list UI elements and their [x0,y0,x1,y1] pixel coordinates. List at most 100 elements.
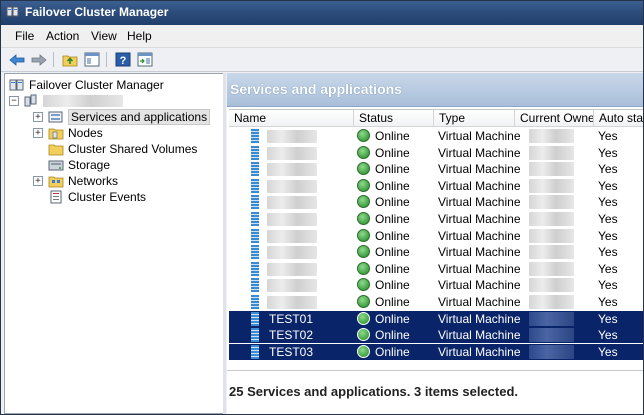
tree-item-events[interactable]: Cluster Events [48,189,146,205]
table-row[interactable]: Online Virtual Machine Yes [229,178,643,194]
row-autostart: Yes [598,195,618,210]
row-status: Online [375,344,410,359]
row-status: Online [375,295,410,309]
online-status-icon [357,145,370,159]
row-name-redacted [267,179,317,193]
back-arrow-icon[interactable] [8,51,26,68]
table-row[interactable]: TEST01 Online Virtual Machine Yes [229,310,643,327]
services-icon [48,111,63,123]
action-pane-icon[interactable] [136,51,154,68]
table-row[interactable]: Online Virtual Machine Yes [229,228,643,244]
tree-item-label: Networks [68,174,119,188]
row-owner-redacted [529,278,574,293]
table-row[interactable]: TEST02 Online Virtual Machine Yes [229,327,643,344]
row-autostart: Yes [598,261,618,276]
tree-item-csv[interactable]: Cluster Shared Volumes [48,141,197,157]
row-status: Online [375,212,410,226]
table-row[interactable]: Online Virtual Machine Yes [229,194,643,210]
collapse-icon[interactable]: − [9,96,19,106]
tree-cluster-node[interactable]: − [9,93,123,109]
help-icon[interactable]: ? [114,51,132,68]
online-status-icon [357,162,370,176]
online-status-icon [357,212,370,225]
row-type: Virtual Machine [438,162,521,177]
row-autostart: Yes [598,145,618,160]
column-header-autostart[interactable]: Auto star [594,110,643,126]
table-row[interactable]: Online Virtual Machine Yes [229,161,643,177]
table-row[interactable]: Online Virtual Machine Yes [229,277,643,293]
row-autostart: Yes [598,178,618,193]
row-type: Virtual Machine [438,228,521,243]
menu-view[interactable]: View [91,29,117,43]
toolbar-separator [53,52,54,67]
row-autostart: Yes [598,278,618,293]
forward-arrow-icon[interactable] [30,51,48,68]
online-status-icon [357,245,370,259]
row-status: Online [375,245,410,260]
tree-item-services[interactable]: + Services and applications [33,109,211,125]
row-type: Virtual Machine [438,195,521,210]
virtual-machine-icon [251,178,259,193]
row-type: Virtual Machine [438,145,521,160]
online-status-icon [357,129,370,142]
online-status-icon [357,228,370,242]
virtual-machine-icon [251,328,259,343]
row-name-redacted [267,229,317,243]
menu-file[interactable]: File [15,29,34,43]
table-row[interactable]: Online Virtual Machine Yes [229,145,643,161]
virtual-machine-icon [251,129,259,143]
tree-root[interactable]: Failover Cluster Manager [9,77,164,93]
row-name-redacted [267,262,317,276]
online-status-icon [357,311,370,325]
pane-splitter[interactable] [223,73,226,414]
expand-icon[interactable]: + [33,112,43,122]
table-row[interactable]: Online Virtual Machine Yes [229,244,643,260]
menu-help[interactable]: Help [127,29,152,43]
row-status: Online [375,278,410,293]
column-header-owner[interactable]: Current Owner [515,110,594,126]
row-type: Virtual Machine [438,344,521,359]
row-status: Online [375,178,410,193]
row-status: Online [375,261,410,276]
up-folder-icon[interactable] [61,51,79,68]
expand-icon[interactable]: + [33,176,43,186]
row-type: Virtual Machine [438,129,521,143]
table-row[interactable]: Online Virtual Machine Yes [229,294,643,310]
table-row[interactable]: Online Virtual Machine Yes [229,211,643,227]
row-type: Virtual Machine [438,245,521,260]
column-header-status[interactable]: Status [354,110,434,126]
virtual-machine-icon [251,145,259,160]
row-type: Virtual Machine [438,178,521,193]
online-status-icon [357,178,370,192]
tree-item-storage[interactable]: Storage [48,157,110,173]
app-window: Failover Cluster Manager File Action Vie… [0,0,644,415]
row-name-redacted [267,213,317,226]
table-row[interactable]: Online Virtual Machine Yes [229,128,643,144]
tree-item-label: Services and applications [68,109,211,125]
cluster-manager-icon [6,6,19,17]
row-status: Online [375,162,410,177]
services-list[interactable]: Name Status Type Current Owner Auto star… [229,109,643,370]
table-row[interactable]: TEST03 Online Virtual Machine Yes [229,343,643,360]
tree-item-nodes[interactable]: + Nodes [33,125,103,141]
row-type: Virtual Machine [438,311,521,326]
column-header-type[interactable]: Type [434,110,515,126]
online-status-icon [357,195,370,209]
menu-action[interactable]: Action [46,29,79,43]
row-status: Online [375,145,410,160]
show-hide-tree-icon[interactable] [83,51,101,68]
tree-item-networks[interactable]: + Networks [33,173,118,189]
row-type: Virtual Machine [438,212,521,226]
table-row[interactable]: Online Virtual Machine Yes [229,261,643,277]
folder-icon [48,144,64,156]
title-bar[interactable]: Failover Cluster Manager [1,1,643,25]
row-name-redacted [267,163,317,177]
navigation-tree[interactable]: Failover Cluster Manager − + Services an… [4,73,224,414]
networks-icon [48,176,64,188]
row-owner-redacted [529,261,574,276]
column-header-name[interactable]: Name [229,110,354,126]
online-status-icon [357,328,370,342]
row-type: Virtual Machine [438,261,521,276]
selection-summary: 25 Services and applications. 3 items se… [229,384,519,399]
expand-icon[interactable]: + [33,128,43,138]
